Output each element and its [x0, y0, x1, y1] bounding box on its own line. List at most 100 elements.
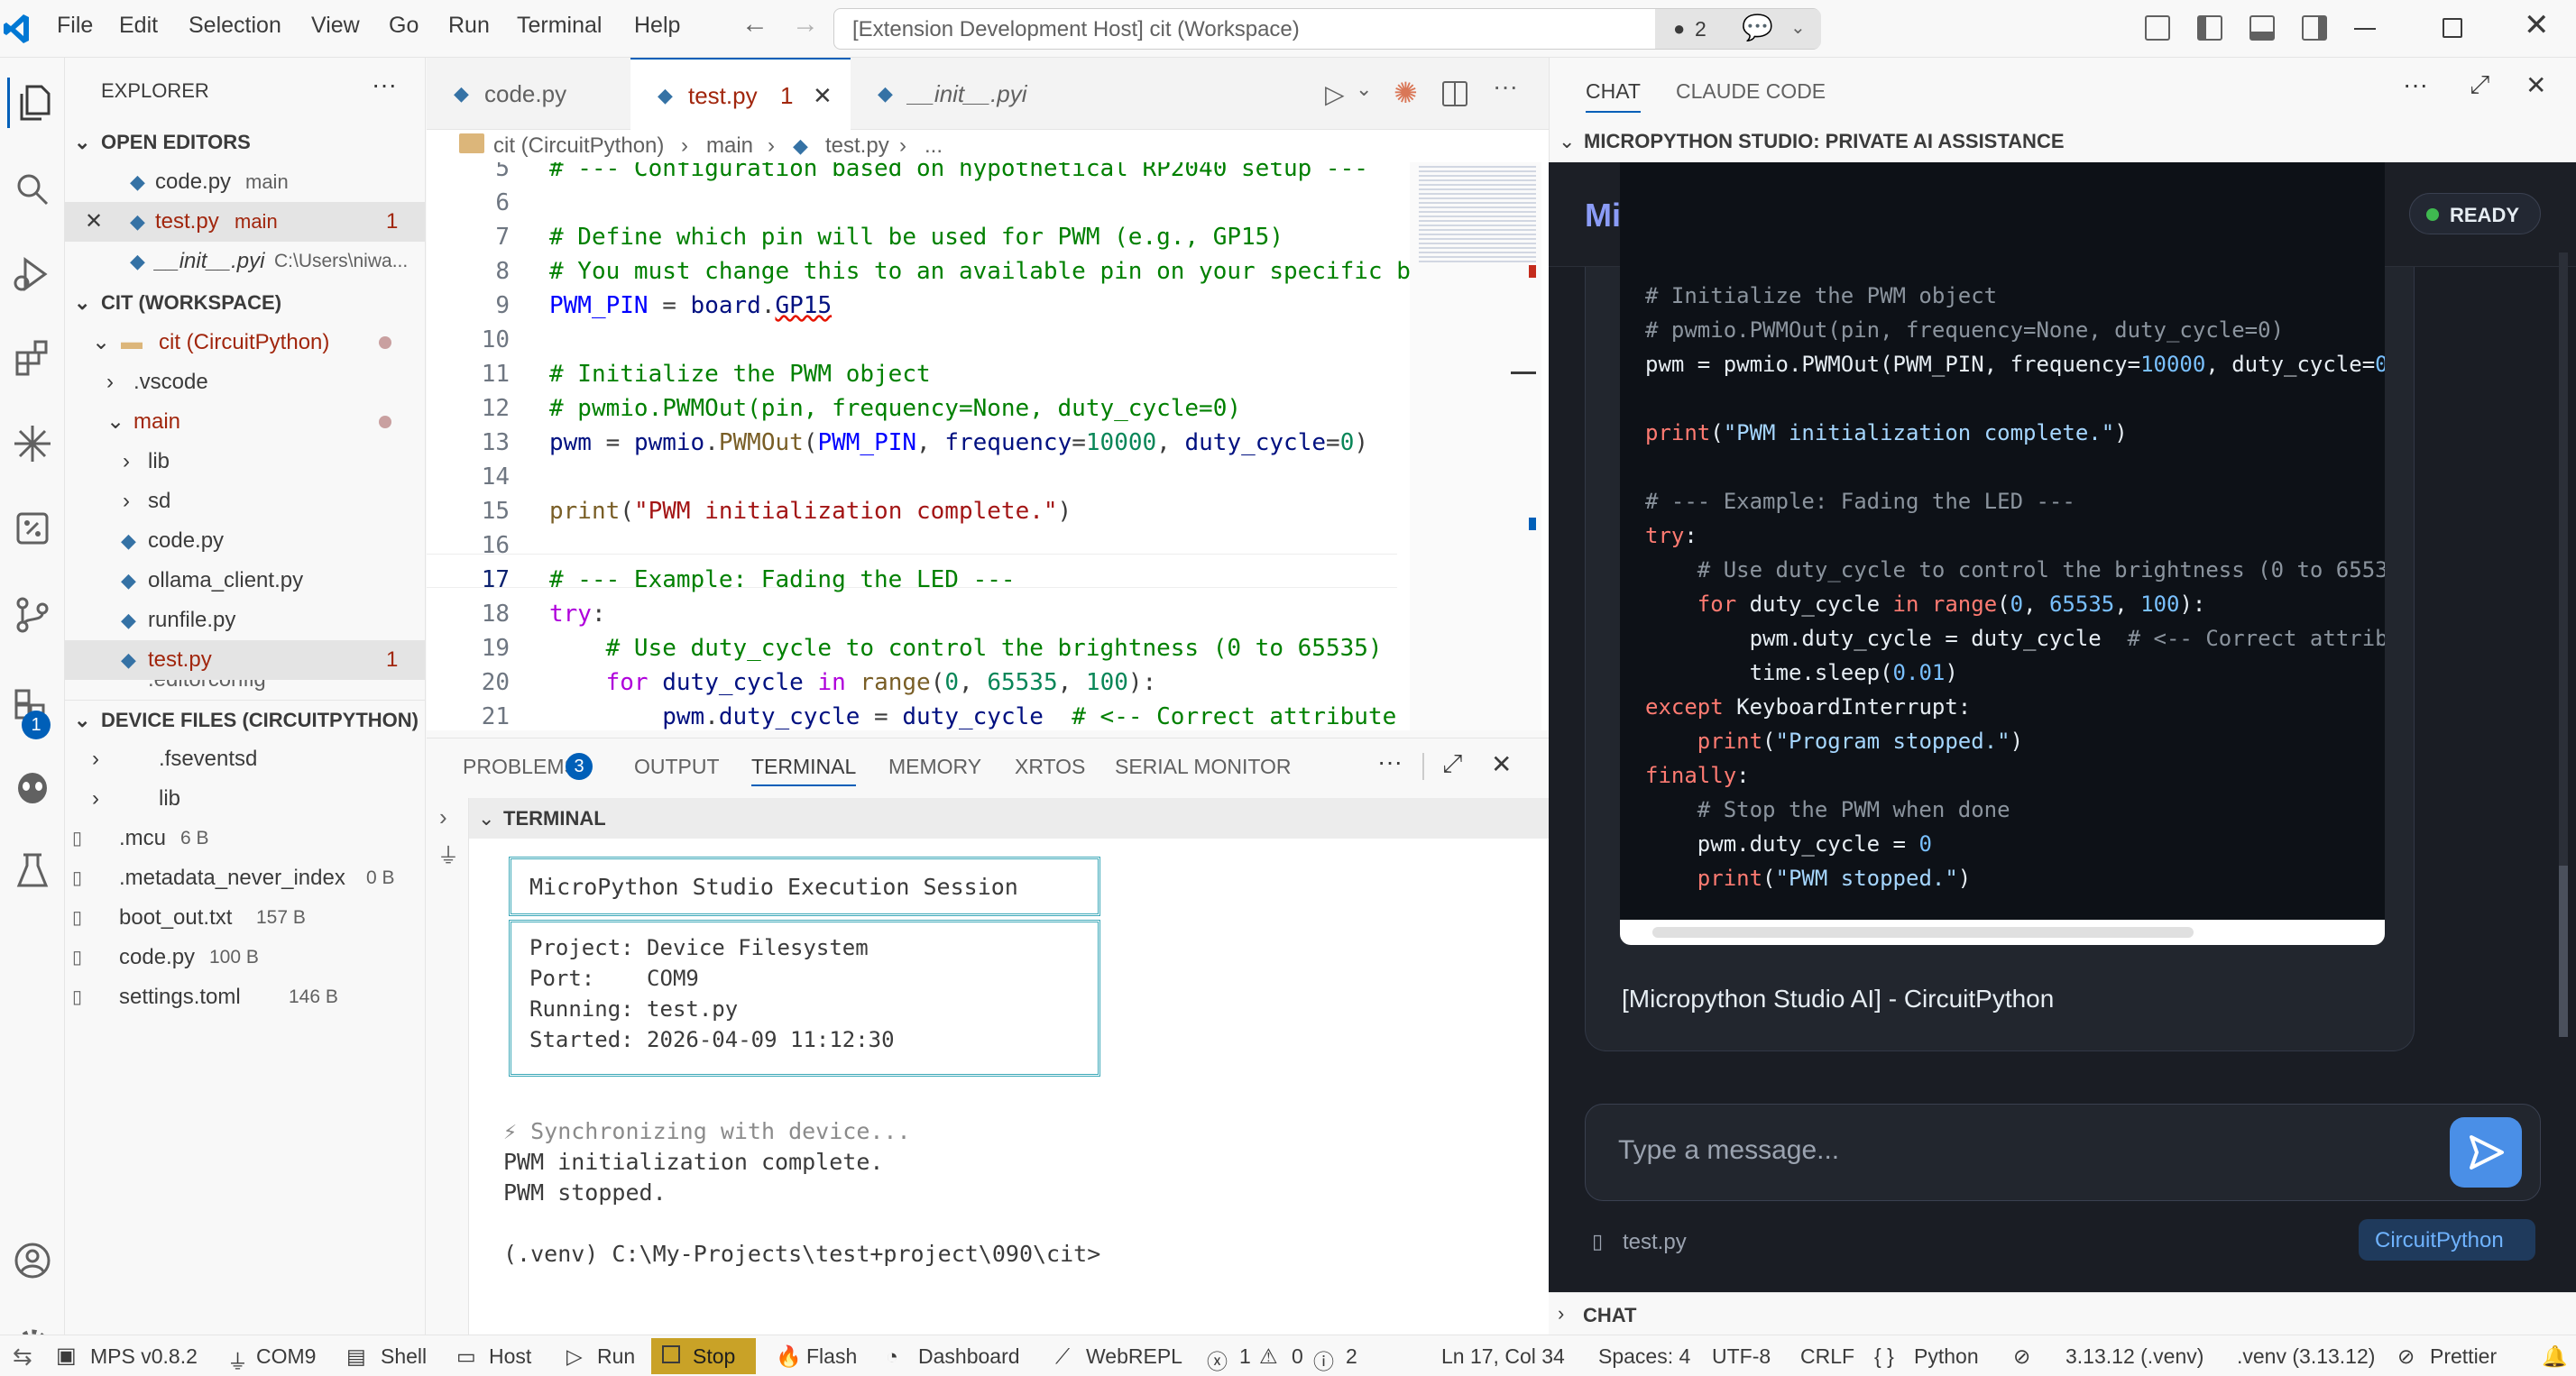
tab-chat[interactable]: CHAT [1586, 79, 1641, 113]
shell-item[interactable]: Shell [381, 1344, 427, 1369]
menu-go[interactable]: Go [389, 13, 419, 39]
device-board-icon[interactable] [7, 503, 58, 554]
chevron-down-icon[interactable]: ⌄ [1790, 16, 1806, 39]
error-count[interactable]: 1 [1239, 1344, 1251, 1369]
tab-code-py[interactable]: ◆ code.py [427, 58, 630, 130]
tree-folder[interactable]: › lib [65, 442, 425, 482]
bell-icon[interactable]: 🔔 [2542, 1344, 2568, 1369]
tab-init-pyi[interactable]: ◆ __init__.pyi [851, 58, 1063, 130]
breadcrumb-item[interactable]: main [706, 130, 753, 162]
maximize-icon[interactable]: ⤢ [2470, 70, 2489, 100]
tab-serial-monitor[interactable]: SERIAL MONITOR [1115, 755, 1292, 779]
more-actions-icon[interactable]: ··· [372, 70, 397, 99]
tree-folder[interactable]: › .vscode [65, 362, 425, 402]
tab-terminal[interactable]: TERMINAL [751, 755, 857, 786]
language-chip[interactable]: CircuitPython [2359, 1219, 2535, 1261]
claude-spark-icon[interactable]: ✺ [1394, 76, 1418, 110]
toggle-secondary-sidebar-icon[interactable] [2302, 15, 2327, 41]
device-file[interactable]: ▯ .mcu 6 B [65, 819, 425, 858]
minimap[interactable] [1410, 162, 1541, 730]
testing-flask-icon[interactable] [7, 846, 58, 896]
workspace-header[interactable]: ⌄ CIT (WORKSPACE) [65, 283, 425, 323]
venv-item[interactable]: .venv (3.13.12) [2237, 1344, 2375, 1369]
line-endings[interactable]: CRLF [1800, 1344, 1854, 1369]
device-files-header[interactable]: ⌄ DEVICE FILES (CIRCUITPYTHON) [65, 700, 425, 739]
maximize-panel-icon[interactable]: ⤢ [1442, 749, 1462, 779]
device-file[interactable]: ▯ code.py 100 B [65, 938, 425, 977]
tab-memory[interactable]: MEMORY [888, 755, 981, 779]
menu-selection[interactable]: Selection [189, 13, 281, 39]
open-editor-item[interactable]: ◆ __init__.pyi C:\Users\niwa... [65, 242, 425, 281]
tree-file[interactable]: .editorconfig [65, 680, 425, 698]
claude-spark-icon[interactable] [7, 418, 58, 469]
copilot-area[interactable]: ● 2 💬 ⌄ [1655, 9, 1821, 49]
chevron-right-icon[interactable]: › [439, 803, 447, 831]
open-editors-header[interactable]: ⌄ OPEN EDITORS [65, 123, 425, 162]
tree-file-selected[interactable]: ◆ test.py 1 [65, 640, 425, 680]
terminal-header[interactable]: ⌄ TERMINAL [469, 798, 1549, 839]
tree-file[interactable]: ◆ ollama_client.py [65, 561, 425, 601]
tree-folder-main[interactable]: ⌄ main [65, 402, 425, 442]
close-icon[interactable]: ✕ [85, 202, 103, 242]
menu-help[interactable]: Help [634, 13, 680, 39]
device-folder[interactable]: › .fseventsd [65, 739, 425, 779]
run-file-icon[interactable]: ▷ [1325, 79, 1345, 109]
more-actions-icon[interactable]: ··· [1377, 748, 1403, 776]
chat-icon[interactable]: 💬 [1742, 13, 1773, 42]
prettier-item[interactable]: Prettier [2430, 1344, 2497, 1369]
extensions-icon[interactable] [7, 334, 58, 384]
close-tab-icon[interactable]: ✕ [813, 60, 833, 132]
language-mode[interactable]: Python [1914, 1344, 1979, 1369]
open-editor-item[interactable]: ◆ code.py main [65, 162, 425, 202]
indentation[interactable]: Spaces: 4 [1598, 1344, 1690, 1369]
close-icon[interactable]: ✕ [2525, 70, 2546, 100]
device-file[interactable]: ▯ .metadata_never_index 0 B [65, 858, 425, 898]
more-actions-icon[interactable]: ··· [2403, 70, 2428, 99]
breadcrumb-item[interactable]: test.py [825, 130, 889, 162]
attached-file[interactable]: test.py [1623, 1230, 1687, 1255]
search-icon[interactable] [7, 164, 58, 215]
open-editor-item-active[interactable]: ✕ ◆ test.py main 1 [65, 202, 425, 242]
mps-version[interactable]: MPS v0.8.2 [90, 1344, 198, 1369]
code-editor[interactable]: 5 6 7 8 9 10 11 12 13 14 15 16 17 18 19 … [427, 162, 1549, 730]
flash-item[interactable]: Flash [806, 1344, 857, 1369]
chevron-down-icon[interactable]: ⌄ [1356, 78, 1372, 101]
ai-code-block[interactable]: # Initialize the PWM object # pwmio.PWMO… [1620, 162, 2385, 945]
menu-edit[interactable]: Edit [119, 13, 158, 39]
device-file[interactable]: ▯ settings.toml 146 B [65, 977, 425, 1017]
back-arrow-icon[interactable]: ← [741, 9, 768, 40]
menu-run[interactable]: Run [448, 13, 490, 39]
restore-icon[interactable] [2443, 18, 2462, 38]
message-input[interactable]: Type a message... [1585, 1104, 2541, 1201]
interpreter-version[interactable]: 3.13.12 (.venv) [2065, 1344, 2203, 1369]
host-item[interactable]: Host [489, 1344, 531, 1369]
terminal-output[interactable]: MicroPython Studio Execution Session Pro… [469, 839, 1549, 1335]
run-item[interactable]: Run [597, 1344, 635, 1369]
port-item[interactable]: COM9 [256, 1344, 316, 1369]
tree-file[interactable]: ◆ code.py [65, 521, 425, 561]
device-file[interactable]: ▯ boot_out.txt 157 B [65, 898, 425, 938]
info-count[interactable]: 2 [1346, 1344, 1357, 1369]
alien-platformio-icon[interactable] [7, 761, 58, 812]
tab-problems[interactable]: PROBLEMS [463, 755, 578, 779]
close-panel-icon[interactable]: ✕ [1491, 749, 1512, 779]
command-center[interactable]: [Extension Development Host] cit (Worksp… [833, 8, 1821, 50]
send-button[interactable] [2450, 1117, 2522, 1188]
customize-layout-icon[interactable] [2145, 15, 2170, 41]
run-debug-icon[interactable] [7, 249, 58, 299]
tree-file[interactable]: ◆ runfile.py [65, 601, 425, 640]
assistant-section-header[interactable]: ⌄ MICROPYTHON STUDIO: PRIVATE AI ASSISTA… [1550, 121, 2576, 162]
menu-file[interactable]: File [57, 13, 93, 39]
stop-button[interactable]: Stop [651, 1338, 756, 1374]
chat-scrollbar[interactable] [2559, 252, 2568, 1037]
account-icon[interactable] [7, 1235, 58, 1286]
breadcrumb-item[interactable]: ... [925, 130, 943, 162]
device-folder[interactable]: › lib [65, 779, 425, 819]
more-actions-icon[interactable]: ··· [1493, 72, 1518, 101]
split-editor-icon[interactable] [1442, 81, 1467, 106]
menu-view[interactable]: View [311, 13, 360, 39]
dashboard-item[interactable]: Dashboard [918, 1344, 1020, 1369]
tab-test-py[interactable]: ◆ test.py 1 ✕ [630, 58, 851, 130]
chat-footer-header[interactable]: › CHAT [1549, 1292, 2576, 1335]
toggle-sidebar-icon[interactable] [2197, 15, 2222, 41]
